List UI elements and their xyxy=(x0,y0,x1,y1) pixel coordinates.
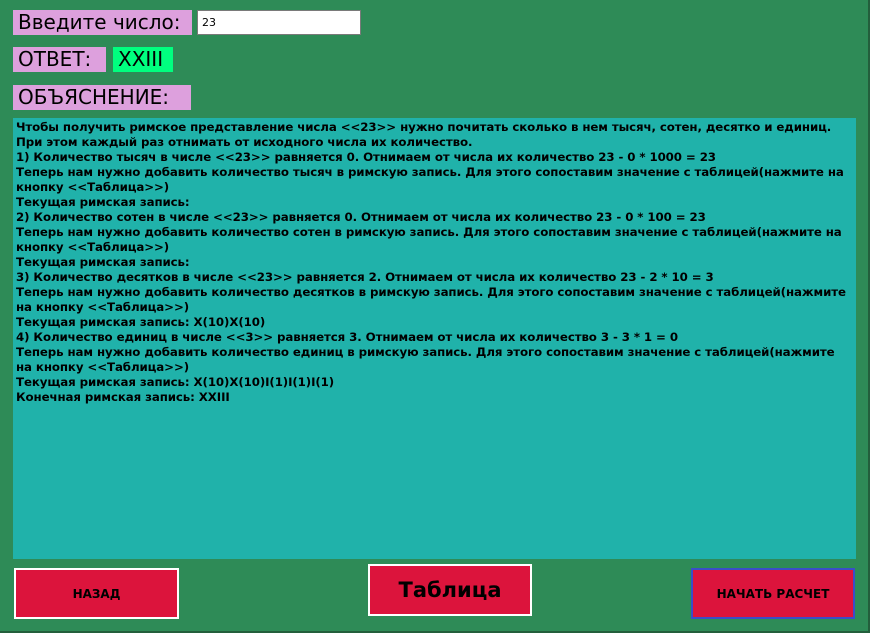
explanation-line: Теперь нам нужно добавить количество сот… xyxy=(16,225,846,254)
start-calculation-button[interactable]: НАЧАТЬ РАСЧЕТ xyxy=(691,568,855,619)
explanation-line: Текущая римская запись: xyxy=(16,195,190,209)
app-window: Введите число: ОТВЕТ: XXIII ОБЪЯСНЕНИЕ: … xyxy=(0,0,870,633)
number-input[interactable] xyxy=(197,10,361,35)
explanation-line: Теперь нам нужно добавить количество тыс… xyxy=(16,165,848,194)
explanation-line: 3) Количество десятков в числе <<23>> ра… xyxy=(16,270,714,284)
explanation-line: Конечная римская запись: XXIII xyxy=(16,390,230,404)
explanation-line: Теперь нам нужно добавить количество дес… xyxy=(16,285,850,314)
table-button[interactable]: Таблица xyxy=(368,564,532,616)
explanation-line: Чтобы получить римское представление чис… xyxy=(16,120,832,134)
answer-label: ОТВЕТ: xyxy=(13,47,106,72)
explanation-line: Теперь нам нужно добавить количество еди… xyxy=(16,345,839,374)
input-label: Введите число: xyxy=(13,10,192,35)
explanation-line: Текущая римская запись: xyxy=(16,255,190,269)
explanation-line: Текущая римская запись: X(10)X(10)I(1)I(… xyxy=(16,375,335,389)
back-button[interactable]: НАЗАД xyxy=(14,568,179,619)
explanation-line: 4) Количество единиц в числе <<3>> равня… xyxy=(16,330,678,344)
explanation-line: При этом каждый раз отнимать от исходног… xyxy=(16,135,473,149)
explanation-line: 2) Количество сотен в числе <<23>> равня… xyxy=(16,210,706,224)
explanation-line: Текущая римская запись: X(10)X(10) xyxy=(16,315,266,329)
explanation-textbox[interactable]: Чтобы получить римское представление чис… xyxy=(13,118,856,559)
explanation-label: ОБЪЯСНЕНИЕ: xyxy=(13,85,191,110)
answer-value: XXIII xyxy=(113,47,173,72)
explanation-line: 1) Количество тысяч в числе <<23>> равня… xyxy=(16,150,716,164)
